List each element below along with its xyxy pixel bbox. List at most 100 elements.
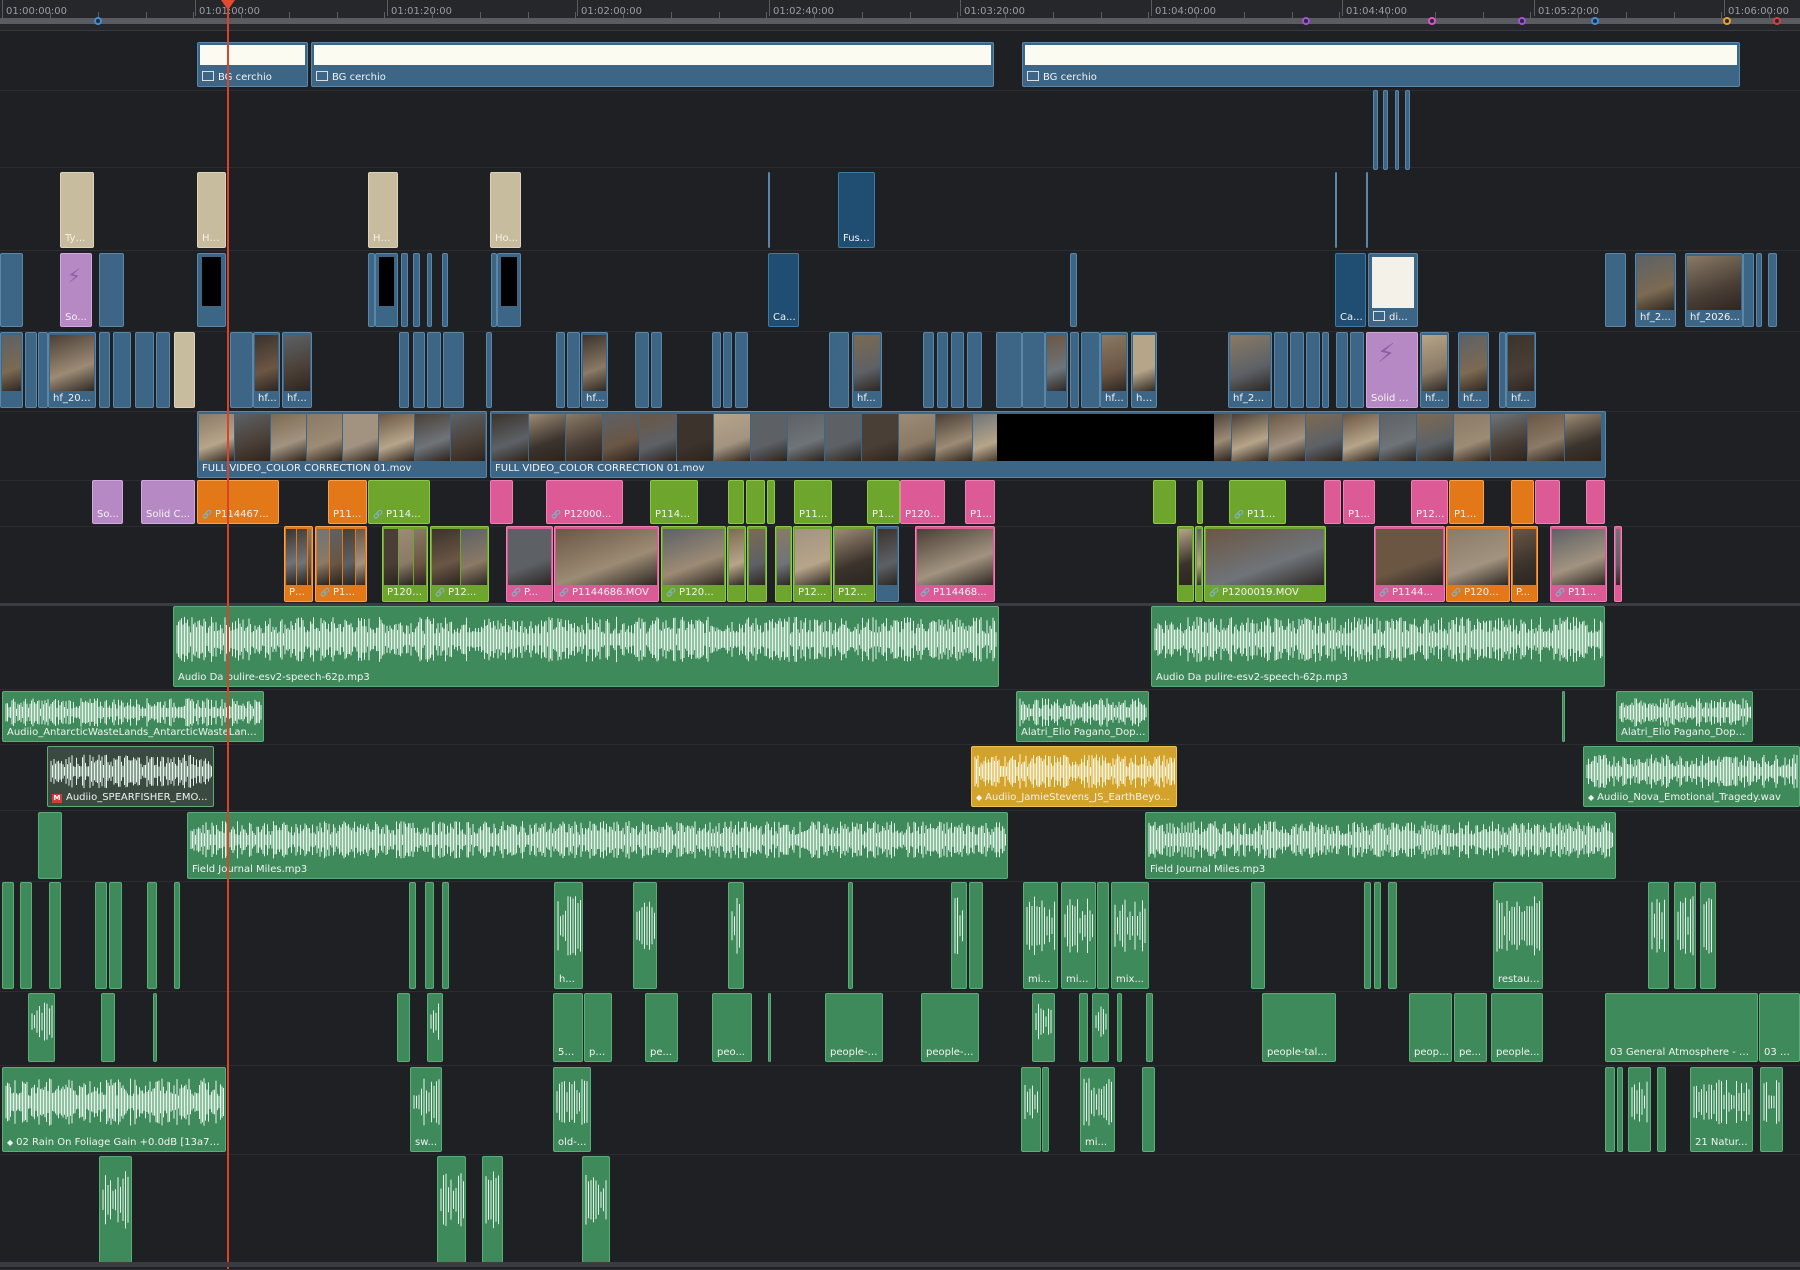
video-clip[interactable] — [1586, 480, 1605, 524]
video-clip[interactable] — [1756, 253, 1762, 327]
audio-clip[interactable] — [1605, 1067, 1615, 1152]
video-clip[interactable] — [1535, 480, 1560, 524]
video-clip[interactable] — [727, 526, 746, 602]
timeline-marker[interactable] — [1302, 17, 1310, 25]
video-clip[interactable] — [427, 253, 432, 327]
video-clip[interactable]: Ca... — [1335, 253, 1366, 327]
video-clip[interactable] — [375, 253, 398, 327]
video-clip[interactable] — [937, 332, 948, 408]
audio-clip[interactable] — [1146, 993, 1153, 1062]
video-clip[interactable] — [1499, 332, 1506, 408]
video-clip[interactable]: Ho... — [368, 172, 398, 248]
video-clip[interactable]: hf... — [1506, 332, 1536, 408]
audio-clip[interactable] — [397, 993, 410, 1062]
audio-clip[interactable] — [437, 1156, 466, 1263]
audio-clip[interactable] — [951, 882, 967, 989]
video-clip[interactable]: P1... — [867, 480, 900, 524]
video-clip[interactable]: 🔗 P120... — [661, 526, 726, 602]
audio-clip[interactable]: mix... — [1061, 882, 1096, 989]
horizontal-scrollbar[interactable] — [0, 1262, 1800, 1267]
video-clip[interactable] — [1322, 332, 1329, 408]
video-clip[interactable] — [1081, 332, 1100, 408]
audio-clip[interactable] — [1562, 691, 1565, 742]
ruler-bar[interactable] — [0, 18, 1800, 24]
audio-clip[interactable]: peo... — [712, 993, 752, 1062]
video-clip[interactable] — [442, 253, 448, 327]
video-clip[interactable] — [1177, 526, 1194, 602]
video-clip[interactable] — [99, 332, 110, 408]
video-clip[interactable]: P120... — [833, 526, 875, 602]
video-clip[interactable] — [1153, 480, 1176, 524]
video-clip[interactable] — [1350, 332, 1364, 408]
audio-clip[interactable] — [1142, 1067, 1155, 1152]
title-clip[interactable]: BG cerchio — [197, 42, 308, 87]
audio-clip[interactable] — [1092, 993, 1109, 1062]
video-clip[interactable]: Ho... — [490, 172, 521, 248]
audio-clip[interactable] — [147, 882, 157, 989]
video-clip[interactable]: hf... — [253, 332, 280, 408]
video-clip[interactable] — [567, 332, 580, 408]
video-clip[interactable]: hf... — [1420, 332, 1449, 408]
audio-clip[interactable]: mix... — [1023, 882, 1058, 989]
video-clip[interactable]: hf... — [852, 332, 882, 408]
video-clip[interactable]: P11... — [1449, 480, 1484, 524]
video-clip[interactable] — [876, 526, 899, 602]
audio-clip[interactable] — [20, 882, 32, 989]
audio-clip[interactable]: 03 General Atmosphere - Co... — [1605, 993, 1758, 1062]
audio-clip[interactable]: pe... — [1454, 993, 1487, 1062]
video-clip[interactable] — [1022, 332, 1045, 408]
timeline-marker[interactable] — [94, 17, 102, 25]
video-clip[interactable] — [923, 332, 934, 408]
video-clip[interactable] — [746, 480, 765, 524]
video-clip[interactable]: So... — [92, 480, 123, 524]
video-clip[interactable]: hf... — [1458, 332, 1489, 408]
audio-clip[interactable] — [1021, 1067, 1041, 1152]
video-clip[interactable]: 🔗 P114... — [368, 480, 430, 524]
video-clip[interactable]: 🔗 P11... — [1550, 526, 1607, 602]
thin-clip[interactable] — [1373, 90, 1378, 170]
video-clip[interactable] — [996, 332, 1022, 408]
video-clip[interactable] — [413, 253, 420, 327]
audio-clip[interactable] — [848, 882, 853, 989]
video-clip[interactable]: hf... — [1131, 332, 1157, 408]
video-clip[interactable]: P11... — [794, 480, 832, 524]
video-clip[interactable]: P12... — [1411, 480, 1448, 524]
audio-clip[interactable]: 03 Gen... — [1759, 993, 1800, 1062]
video-clip[interactable] — [1045, 332, 1068, 408]
video-clip[interactable] — [651, 332, 662, 408]
video-clip[interactable]: 🔗 P114467... — [197, 480, 279, 524]
audio-clip[interactable]: people-t... — [921, 993, 979, 1062]
video-clip[interactable] — [490, 480, 513, 524]
thin-clip[interactable] — [1395, 90, 1399, 170]
video-clip[interactable] — [401, 253, 408, 327]
audio-clip[interactable]: sw... — [410, 1067, 442, 1152]
audio-clip[interactable]: Audio Da pulire-esv2-speech-62p.mp3 — [1151, 606, 1605, 687]
title-clip[interactable]: BG cerchio — [1022, 42, 1740, 87]
audio-clip[interactable] — [1374, 882, 1381, 989]
audio-clip[interactable]: pe... — [645, 993, 678, 1062]
video-clip[interactable] — [230, 332, 253, 408]
audio-clip[interactable] — [1388, 882, 1397, 989]
timeline-marker[interactable] — [1723, 17, 1731, 25]
video-clip[interactable] — [1605, 253, 1626, 327]
audio-clip[interactable] — [1364, 882, 1371, 989]
video-clip[interactable]: Solid C... — [141, 480, 195, 524]
video-clip[interactable]: 🔗 P... — [506, 526, 553, 602]
video-clip[interactable]: 🔗 P1200019.MOV — [1204, 526, 1326, 602]
video-clip[interactable] — [1274, 332, 1288, 408]
audio-clip[interactable] — [1079, 993, 1088, 1062]
video-clip[interactable] — [113, 332, 131, 408]
audio-clip[interactable] — [728, 882, 744, 989]
main-video-clip[interactable]: FULL VIDEO_COLOR CORRECTION 01.mov — [490, 411, 1606, 478]
video-clip[interactable] — [1197, 480, 1203, 524]
video-clip[interactable] — [1290, 332, 1304, 408]
audio-clip[interactable]: 21 Natur... — [1690, 1067, 1753, 1152]
audio-clip[interactable] — [409, 882, 416, 989]
video-clip[interactable] — [747, 526, 767, 602]
video-clip[interactable] — [1743, 253, 1754, 327]
video-clip[interactable]: P1... — [965, 480, 995, 524]
audio-clip[interactable] — [633, 882, 657, 989]
audio-clip[interactable] — [38, 812, 62, 879]
audio-clip[interactable]: Audio Da pulire-esv2-speech-62p.mp3 — [173, 606, 999, 687]
audio-clip[interactable]: Field Journal Miles.mp3 — [1145, 812, 1616, 879]
